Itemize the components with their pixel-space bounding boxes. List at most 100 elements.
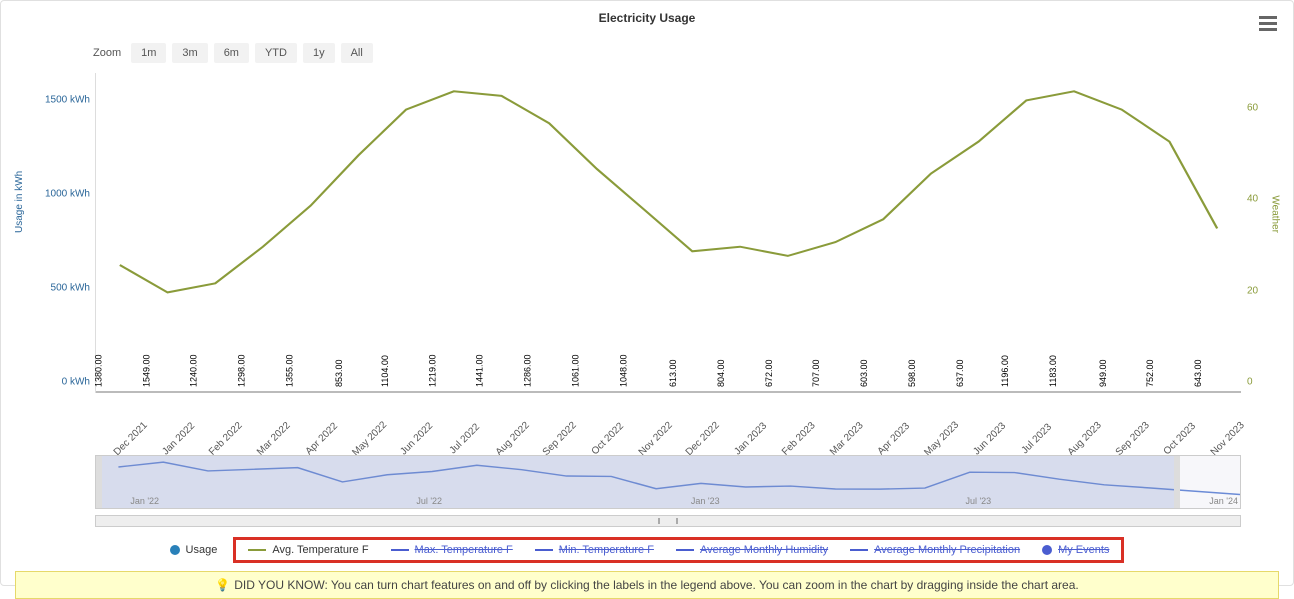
x-axis-label: Dec 2022 bbox=[675, 411, 724, 460]
bar-data-label: 1196.00 bbox=[1000, 355, 1010, 387]
line-icon bbox=[248, 549, 266, 551]
x-axis-label: Feb 2022 bbox=[198, 411, 247, 460]
bars-container: 1380.00 1549.00 1240.00 1298.00 1355.00 853.0… bbox=[96, 73, 1241, 391]
chart-menu-button[interactable] bbox=[1259, 13, 1277, 34]
zoom-button-all[interactable]: All bbox=[341, 43, 373, 63]
navigator-scrollbar[interactable] bbox=[95, 515, 1241, 527]
x-axis-label: Jan 2022 bbox=[151, 411, 200, 460]
bar-data-label: 603.00 bbox=[859, 359, 869, 387]
lightbulb-icon: 💡 bbox=[215, 578, 230, 592]
chart-title: Electricity Usage bbox=[13, 11, 1281, 25]
zoom-controls: Zoom 1m 3m 6m YTD 1y All bbox=[93, 43, 1281, 63]
x-axis-label: Jun 2022 bbox=[389, 411, 438, 460]
legend-item-avg-temp[interactable]: Avg. Temperature F bbox=[248, 544, 368, 556]
x-axis-label: Sep 2022 bbox=[532, 411, 581, 460]
x-axis-label: Aug 2023 bbox=[1057, 411, 1106, 460]
y-right-tick: 60 bbox=[1247, 102, 1258, 113]
zoom-button-6m[interactable]: 6m bbox=[214, 43, 249, 63]
bar-data-label: 949.00 bbox=[1098, 359, 1108, 387]
x-axis-label: Oct 2022 bbox=[580, 411, 629, 460]
bar-data-label: 1298.00 bbox=[237, 354, 247, 387]
did-you-know-tip: 💡DID YOU KNOW: You can turn chart featur… bbox=[15, 571, 1279, 599]
bar-data-label: 853.00 bbox=[335, 359, 345, 387]
x-axis-labels: Dec 2021Jan 2022Feb 2022Mar 2022Apr 2022… bbox=[96, 428, 1241, 449]
x-axis-label: Mar 2022 bbox=[246, 411, 295, 460]
chart-panel: Electricity Usage Zoom 1m 3m 6m YTD 1y All Us… bbox=[0, 0, 1294, 586]
y-left-tick: 500 kWh bbox=[34, 282, 90, 293]
legend: Usage Avg. Temperature F Max. Temperatur… bbox=[13, 537, 1281, 563]
bar-data-label: 1355.00 bbox=[284, 354, 294, 387]
bar-data-label: 1549.00 bbox=[141, 354, 151, 387]
x-axis-label: Dec 2021 bbox=[103, 411, 152, 460]
bar-data-label: 613.00 bbox=[669, 359, 679, 387]
zoom-button-1y[interactable]: 1y bbox=[303, 43, 335, 63]
zoom-button-ytd[interactable]: YTD bbox=[255, 43, 297, 63]
x-axis-label: May 2023 bbox=[914, 411, 963, 460]
x-axis-label: Nov 2022 bbox=[628, 411, 677, 460]
circle-icon bbox=[1042, 545, 1052, 555]
x-axis-label: Jul 2023 bbox=[1009, 411, 1058, 460]
x-axis-label: Oct 2023 bbox=[1152, 411, 1201, 460]
navigator-tick: Jul '23 bbox=[965, 496, 991, 506]
y-left-tick: 0 kWh bbox=[34, 377, 90, 388]
zoom-button-1m[interactable]: 1m bbox=[131, 43, 166, 63]
navigator-tick: Jan '24 bbox=[1209, 496, 1238, 506]
navigator-selection[interactable] bbox=[96, 456, 1180, 508]
bar-data-label: 1441.00 bbox=[475, 354, 485, 387]
y-right-tick: 40 bbox=[1247, 194, 1258, 205]
x-axis-label: Apr 2022 bbox=[294, 411, 343, 460]
bar-data-label: 598.00 bbox=[907, 359, 917, 387]
navigator[interactable]: Jan '22 Jul '22 Jan '23 Jul '23 Jan '24 bbox=[95, 455, 1241, 509]
bar-data-label: 1061.00 bbox=[571, 354, 581, 387]
y-axis-right: 0 20 40 60 bbox=[1247, 73, 1277, 393]
y-right-tick: 20 bbox=[1247, 285, 1258, 296]
x-axis-label: Apr 2023 bbox=[866, 411, 915, 460]
line-icon bbox=[676, 549, 694, 551]
x-axis-label: Jul 2022 bbox=[437, 411, 486, 460]
line-icon bbox=[535, 549, 553, 551]
legend-highlight-box: Avg. Temperature F Max. Temperature F Mi… bbox=[233, 537, 1124, 563]
chart-plot-area[interactable]: Usage in kWh 0 kWh500 kWh1000 kWh1500 kW… bbox=[95, 73, 1241, 393]
bar-data-label: 752.00 bbox=[1146, 359, 1156, 387]
bar-data-label: 643.00 bbox=[1193, 359, 1203, 387]
bar-data-label: 1219.00 bbox=[427, 354, 437, 387]
legend-item-humidity[interactable]: Average Monthly Humidity bbox=[676, 544, 828, 556]
bar-data-label: 1380.00 bbox=[94, 354, 104, 387]
x-axis-label: Feb 2023 bbox=[771, 411, 820, 460]
bar-data-label: 707.00 bbox=[812, 359, 822, 387]
x-axis-label: Aug 2022 bbox=[485, 411, 534, 460]
navigator-tick: Jan '23 bbox=[691, 496, 720, 506]
bar-data-label: 1286.00 bbox=[523, 354, 533, 387]
legend-item-precip[interactable]: Average Monthly Precipitation bbox=[850, 544, 1020, 556]
y-left-tick: 1000 kWh bbox=[34, 188, 90, 199]
zoom-button-3m[interactable]: 3m bbox=[172, 43, 207, 63]
legend-item-usage[interactable]: Usage bbox=[170, 544, 218, 556]
line-icon bbox=[391, 549, 409, 551]
bar-data-label: 672.00 bbox=[764, 359, 774, 387]
legend-item-max-temp[interactable]: Max. Temperature F bbox=[391, 544, 513, 556]
bar-data-label: 1048.00 bbox=[618, 354, 628, 387]
legend-item-events[interactable]: My Events bbox=[1042, 544, 1109, 556]
bar-data-label: 1240.00 bbox=[189, 354, 199, 387]
bar-data-label: 1183.00 bbox=[1048, 355, 1058, 387]
x-axis-label: Nov 2023 bbox=[1200, 411, 1249, 460]
x-axis-label: Jun 2023 bbox=[962, 411, 1011, 460]
y-right-tick: 0 bbox=[1247, 377, 1253, 388]
bar-data-label: 637.00 bbox=[955, 359, 965, 387]
bar-data-label: 804.00 bbox=[716, 359, 726, 387]
x-axis-label: Sep 2023 bbox=[1105, 411, 1154, 460]
navigator-tick: Jul '22 bbox=[416, 496, 442, 506]
zoom-label: Zoom bbox=[93, 47, 121, 59]
legend-item-min-temp[interactable]: Min. Temperature F bbox=[535, 544, 654, 556]
navigator-tick: Jan '22 bbox=[130, 496, 159, 506]
y-axis-left-title: Usage in kWh bbox=[14, 171, 25, 233]
circle-icon bbox=[170, 545, 180, 555]
bar-data-label: 1104.00 bbox=[380, 355, 390, 387]
x-axis-label: May 2022 bbox=[342, 411, 391, 460]
x-axis-label: Jan 2023 bbox=[723, 411, 772, 460]
y-axis-left: 0 kWh 500 kWh 1000 kWh 1500 kWh bbox=[34, 73, 90, 393]
y-left-tick: 1500 kWh bbox=[34, 94, 90, 105]
line-icon bbox=[850, 549, 868, 551]
x-axis-baseline bbox=[96, 391, 1241, 393]
x-axis-label: Mar 2023 bbox=[819, 411, 868, 460]
